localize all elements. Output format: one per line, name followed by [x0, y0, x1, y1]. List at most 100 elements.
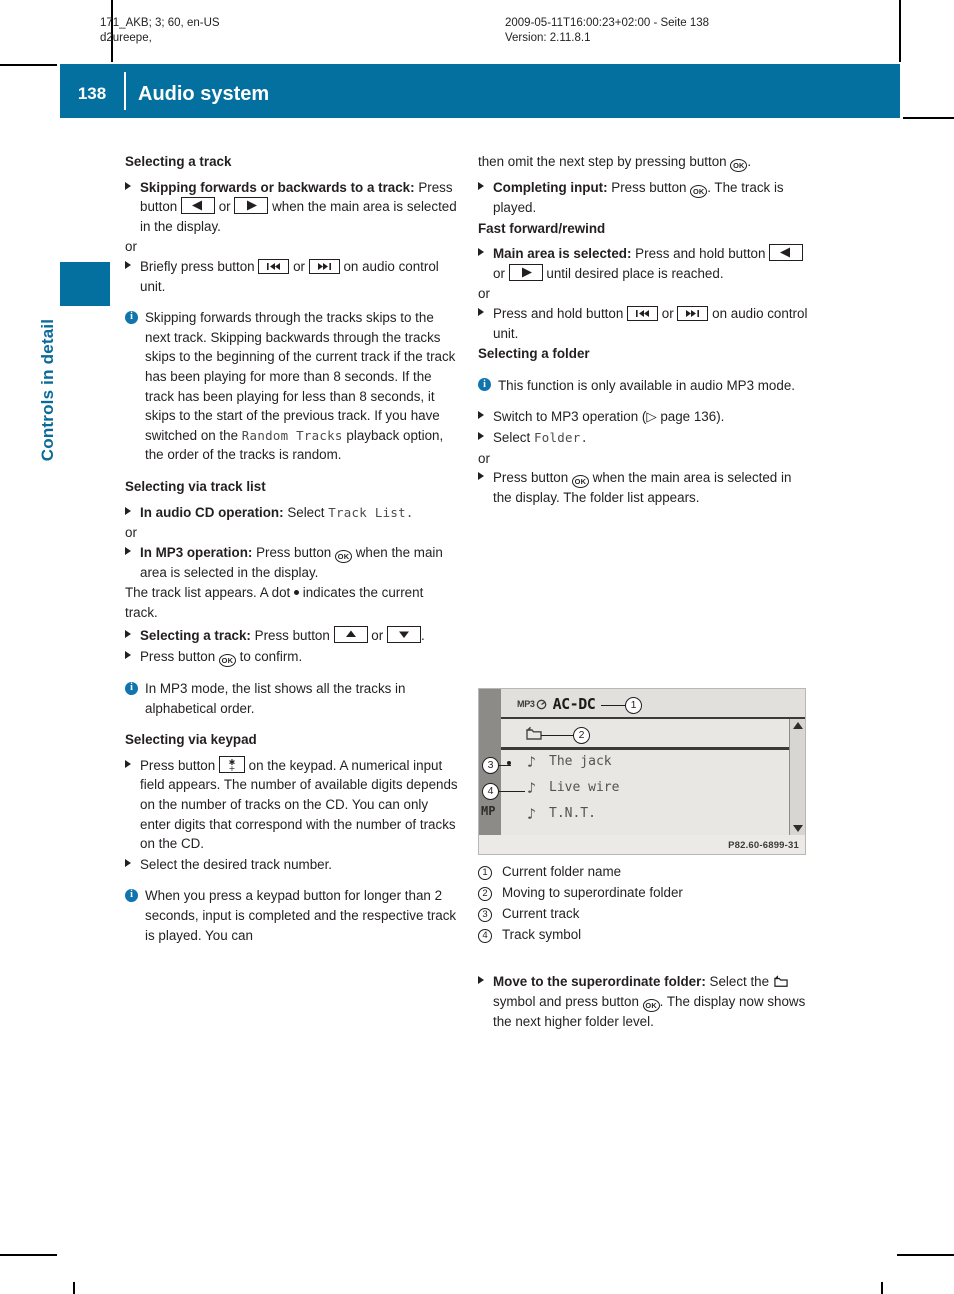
- page-header-banner: 138 Audio system: [60, 64, 900, 118]
- bullet-triangle-icon: [478, 431, 484, 440]
- legend-number: 4: [478, 928, 492, 943]
- skip-bold-lead: Skipping forwards or backwards to a trac…: [140, 179, 415, 195]
- screen-up-folder-row[interactable]: [501, 721, 805, 747]
- info-icon: i: [125, 681, 138, 695]
- scroll-down-icon[interactable]: [791, 823, 805, 833]
- music-note-icon: ♪: [527, 805, 537, 823]
- screen-scrollbar[interactable]: [789, 719, 805, 835]
- track-name: The jack: [549, 754, 612, 769]
- ok-button-icon[interactable]: OK: [335, 549, 352, 563]
- track-name: Live wire: [549, 780, 620, 795]
- bullet-triangle-icon: [125, 630, 131, 639]
- info-note-2: i In MP3 mode, the list shows all the tr…: [125, 679, 458, 718]
- list-item-briefly-press: Briefly press button or on audio control…: [125, 257, 458, 296]
- star-plus-key[interactable]: ✱ +: [218, 755, 245, 773]
- cd-bold-lead: In audio CD operation:: [140, 504, 284, 520]
- crop-mark-top-right: [899, 0, 901, 62]
- legend-label: Current folder name: [502, 864, 622, 879]
- tracklist-appears-1: The track list appears. A dot: [125, 585, 291, 601]
- main-area-text-2: until desired place is reached.: [546, 265, 724, 281]
- sel-track-text-1: Press button: [254, 628, 330, 644]
- info-note-1: i Skipping forwards through the tracks s…: [125, 308, 458, 465]
- screen-track-row[interactable]: ♪ T.N.T.: [501, 803, 805, 829]
- meta-left-line1: 171_AKB; 3; 60, en-US: [100, 17, 220, 29]
- mp3-text-1: Press button: [256, 544, 332, 560]
- ok-button-icon[interactable]: OK: [642, 998, 660, 1012]
- move-text-2: symbol and press button: [493, 993, 639, 1009]
- keypad-text-2: on the keypad.: [248, 757, 337, 773]
- main-area-text-1: Press and hold button: [635, 246, 766, 262]
- down-arrow-key[interactable]: [386, 626, 421, 644]
- hold-text-1: Press and hold button: [493, 305, 624, 321]
- list-item-skip-track: Skipping forwards or backwards to a trac…: [125, 178, 458, 237]
- screen-track-row[interactable]: ♪ Live wire: [501, 777, 805, 803]
- skip-forward-key[interactable]: [308, 258, 340, 274]
- keypad-text-1: Press button: [140, 757, 216, 773]
- heading-selecting-a-folder: Selecting a folder: [478, 346, 590, 362]
- select-number-text: Select the desired track number.: [140, 856, 333, 872]
- up-arrow-key[interactable]: [333, 626, 368, 644]
- info-note-folder: i This function is only available in aud…: [478, 376, 811, 396]
- screen-track-row[interactable]: ♪ The jack: [501, 751, 805, 777]
- list-item-main-area-selected: Main area is selected: Press and hold bu…: [478, 244, 811, 283]
- figure-legend: 1 Current folder name 2 Moving to supero…: [478, 862, 811, 946]
- right-column: then omit the next step by pressing butt…: [478, 152, 811, 509]
- left-arrow-key[interactable]: [769, 244, 804, 262]
- note-2-text: In MP3 mode, the list shows all the trac…: [145, 681, 406, 716]
- track-list-appears-paragraph: The track list appears. A dot indicates …: [125, 583, 458, 622]
- list-item-press-keypad: Press button ✱ + on the keypad. A numeric…: [125, 755, 458, 854]
- or-connector-2: or: [478, 450, 490, 466]
- scroll-up-icon[interactable]: [791, 721, 805, 731]
- list-item-selecting-a-track: Selecting a track: Press button or .: [125, 626, 458, 646]
- skip-back-key[interactable]: [258, 258, 290, 274]
- chapter-label: Controls in detail: [38, 318, 57, 462]
- callout-leader-1: [601, 705, 627, 707]
- mp3-bold-lead: In MP3 operation:: [140, 544, 253, 560]
- sel-track-text-2: .: [420, 628, 425, 644]
- legend-number: 3: [478, 907, 492, 922]
- skip-forward-key[interactable]: [677, 305, 709, 321]
- list-item-select-folder: Select Folder.: [478, 428, 811, 448]
- screen-row-separator: [501, 747, 805, 750]
- hold-or: or: [661, 305, 674, 321]
- legend-item: 1 Current folder name: [478, 862, 811, 882]
- ok-button-icon[interactable]: OK: [730, 159, 748, 172]
- note-1-mono: Random Tracks: [241, 427, 343, 443]
- crop-mark-right-bottom: [897, 1254, 954, 1256]
- skip-back-key[interactable]: [627, 305, 659, 321]
- crop-mark-left-top: [0, 64, 57, 66]
- screen-title-row: MP3 AC-DC: [501, 689, 805, 719]
- bullet-triangle-icon: [125, 759, 131, 768]
- music-note-icon: ♪: [527, 779, 537, 797]
- bullet-triangle-icon: [125, 546, 131, 555]
- ok-button-icon[interactable]: OK: [218, 654, 236, 668]
- right-arrow-key[interactable]: [508, 263, 543, 281]
- info-icon: i: [478, 378, 491, 392]
- move-text-1: Select the: [709, 974, 770, 989]
- bullet-triangle-icon: [478, 307, 484, 316]
- right-arrow-key[interactable]: [234, 197, 269, 215]
- heading-fast-forward-rewind: Fast forward/rewind: [478, 220, 606, 236]
- ok-button-icon[interactable]: OK: [571, 475, 589, 489]
- current-track-dot-icon: [293, 590, 299, 596]
- screen-body: MP3 AC-DC ♪ The jack ♪ Live wire ♪ T.N.T…: [501, 689, 805, 835]
- callout-leader-4: [495, 791, 525, 793]
- list-item-select-number: Select the desired track number.: [125, 855, 458, 875]
- list-item-press-ok-main-area: Press button OK when the main area is se…: [478, 468, 811, 508]
- list-item-press-to-confirm: Press button OK to confirm.: [125, 647, 458, 668]
- bullet-triangle-icon: [478, 976, 484, 984]
- legend-item: 4 Track symbol: [478, 925, 811, 945]
- continuation-paragraph: then omit the next step by pressing butt…: [478, 152, 811, 172]
- cont-text-1: then omit the next step by pressing butt…: [478, 154, 727, 169]
- legend-number: 1: [478, 865, 492, 880]
- briefly-text-1: Briefly press button: [140, 258, 255, 274]
- list-item-mp3-operation: In MP3 operation: Press button OK when t…: [125, 543, 458, 583]
- current-folder-name-text: AC-DC: [552, 695, 596, 713]
- bullet-triangle-icon: [478, 248, 484, 257]
- move-bold-lead: Move to the superordinate folder:: [493, 974, 706, 989]
- main-area-bold-lead: Main area is selected:: [493, 246, 632, 262]
- legend-number: 2: [478, 886, 492, 901]
- note-3-text: When you press a keypad button for longe…: [145, 888, 457, 943]
- ok-button-icon[interactable]: OK: [690, 185, 708, 198]
- left-arrow-key[interactable]: [180, 197, 215, 215]
